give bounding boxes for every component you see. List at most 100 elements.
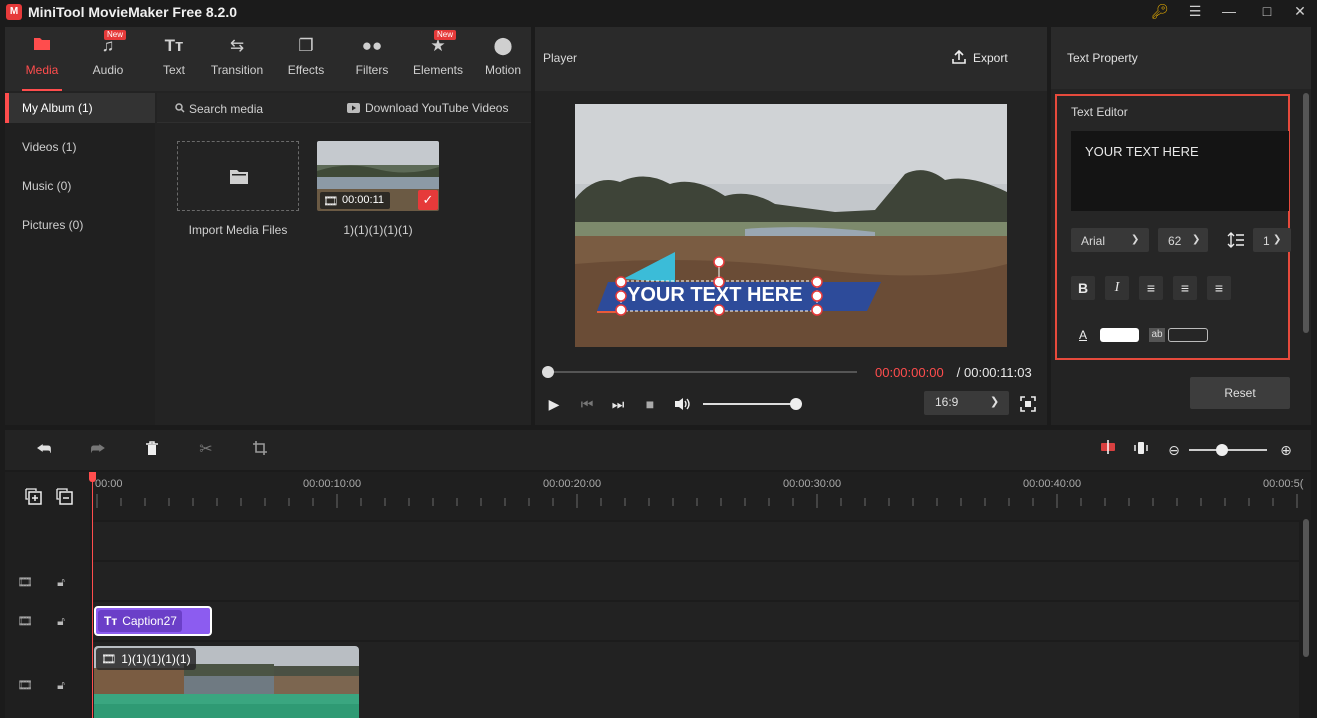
bold-button[interactable]: B bbox=[1071, 276, 1095, 300]
italic-button[interactable]: I bbox=[1105, 276, 1129, 300]
align-center-button[interactable]: ≡ bbox=[1173, 276, 1197, 300]
redo-icon[interactable]: ⮫ bbox=[87, 440, 109, 460]
video-preview[interactable]: YOUR TEXT HERE bbox=[575, 104, 1007, 347]
stop-icon[interactable]: ■ bbox=[640, 396, 660, 414]
playhead[interactable] bbox=[92, 472, 93, 718]
reset-button[interactable]: Reset bbox=[1190, 377, 1290, 409]
sidebar-item-my-album[interactable]: My Album (1) bbox=[5, 93, 155, 123]
main-toolbar: Media New ♫ Audio Tᴛ Text ⇆ Transition ❐… bbox=[5, 27, 531, 91]
total-time: 00:00:11:03 bbox=[964, 365, 1032, 380]
track-film-icon: 🎞︎ bbox=[17, 575, 33, 589]
zoom-slider[interactable] bbox=[1189, 449, 1267, 451]
minimize-icon[interactable]: — bbox=[1212, 0, 1246, 24]
zoom-in-icon[interactable]: ⊕ bbox=[1275, 440, 1297, 460]
key-icon[interactable]: 🔑︎ bbox=[1143, 0, 1177, 24]
lock-icon[interactable]: 🔓︎ bbox=[53, 614, 69, 630]
split-icon[interactable]: ✂ bbox=[195, 440, 217, 460]
background-color-swatch[interactable] bbox=[1168, 328, 1208, 342]
media-library: Search media Download YouTube Videos Imp… bbox=[157, 93, 531, 425]
volume-slider[interactable] bbox=[703, 403, 797, 405]
zoom-handle[interactable] bbox=[1216, 444, 1228, 456]
timeline-track-empty[interactable] bbox=[93, 522, 1299, 560]
delete-icon[interactable] bbox=[141, 440, 163, 460]
crop-icon[interactable] bbox=[249, 440, 271, 460]
sidebar-item-videos[interactable]: Videos (1) bbox=[5, 132, 155, 162]
menu-icon[interactable]: ☰ bbox=[1178, 0, 1212, 24]
property-scrollbar[interactable] bbox=[1303, 93, 1309, 333]
media-clip-thumbnail[interactable]: 🎞︎ 00:00:11 ✓ bbox=[317, 141, 439, 211]
tab-audio[interactable]: New ♫ Audio bbox=[76, 30, 140, 85]
sidebar-item-music[interactable]: Music (0) bbox=[5, 171, 155, 201]
zoom-out-icon[interactable]: ⊖ bbox=[1163, 440, 1185, 460]
folder-icon bbox=[10, 35, 74, 57]
time-ruler[interactable]: 00:00 00:00:10:00 00:00:20:00 00:00:30:0… bbox=[93, 472, 1311, 520]
caption-clip[interactable]: Tᴛ Caption27 bbox=[94, 606, 212, 636]
fit-timeline-icon[interactable] bbox=[1130, 440, 1152, 460]
time-separator: / bbox=[953, 365, 964, 380]
text-icon: Tᴛ bbox=[164, 36, 184, 55]
new-badge: New bbox=[103, 30, 126, 40]
tab-text[interactable]: Tᴛ Text bbox=[142, 35, 206, 85]
chevron-down-icon: ❯ bbox=[1192, 234, 1201, 245]
timeline-track[interactable] bbox=[93, 562, 1299, 600]
video-clip-label: 🎞︎ 1)(1)(1)(1)(1) bbox=[96, 648, 196, 670]
maximize-icon[interactable]: □ bbox=[1250, 0, 1284, 24]
tab-motion[interactable]: ⬤ Motion bbox=[471, 35, 535, 85]
tab-effects[interactable]: ❐ Effects bbox=[274, 35, 338, 85]
export-button[interactable]: Export bbox=[951, 49, 1008, 65]
text-icon: Tᴛ bbox=[104, 614, 118, 628]
player-title: Player bbox=[543, 51, 578, 65]
folder-icon bbox=[229, 167, 249, 185]
import-media-button[interactable] bbox=[177, 141, 299, 211]
media-panel: Media New ♫ Audio Tᴛ Text ⇆ Transition ❐… bbox=[5, 27, 531, 425]
volume-handle[interactable] bbox=[790, 398, 802, 410]
lock-icon[interactable]: 🔓︎ bbox=[53, 678, 69, 694]
add-track-icon[interactable] bbox=[25, 488, 43, 506]
youtube-icon bbox=[347, 102, 361, 114]
timeline-track-text[interactable] bbox=[93, 602, 1299, 640]
close-icon[interactable]: ✕ bbox=[1283, 0, 1317, 24]
playhead-handle[interactable] bbox=[89, 472, 96, 482]
aspect-ratio-select[interactable]: 16:9 ❯ bbox=[924, 391, 1009, 415]
tab-transition[interactable]: ⇆ Transition bbox=[205, 35, 269, 85]
ruler-label: 00:00 bbox=[95, 478, 123, 490]
film-icon: 🎞︎ bbox=[323, 194, 339, 208]
text-color-swatch[interactable] bbox=[1100, 328, 1139, 342]
align-right-button[interactable]: ≡ bbox=[1207, 276, 1231, 300]
remove-track-icon[interactable] bbox=[56, 488, 74, 506]
previous-frame-icon[interactable]: ⏮︎ bbox=[577, 396, 597, 414]
tab-media[interactable]: Media bbox=[10, 35, 74, 91]
text-color-icon: A bbox=[1079, 328, 1088, 342]
sidebar-item-pictures[interactable]: Pictures (0) bbox=[5, 210, 155, 240]
font-select[interactable]: Arial ❯ bbox=[1071, 228, 1149, 252]
undo-icon[interactable]: ⮪ bbox=[33, 440, 55, 460]
current-time: 00:00:00:00 bbox=[875, 365, 944, 380]
tab-filters[interactable]: ●● Filters bbox=[340, 35, 404, 85]
player-header: Player Export bbox=[535, 27, 1047, 91]
snap-icon[interactable] bbox=[1097, 440, 1119, 460]
background-color-icon: ab bbox=[1149, 328, 1165, 342]
search-icon bbox=[175, 102, 185, 113]
tab-elements[interactable]: New ★ Elements bbox=[406, 30, 470, 85]
play-icon[interactable]: ▶ bbox=[544, 396, 564, 414]
media-sidebar: My Album (1) Videos (1) Music (0) Pictur… bbox=[5, 93, 155, 425]
search-bar[interactable]: Search media Download YouTube Videos bbox=[157, 93, 531, 123]
player-panel: Player Export YOUR TEXT HERE 00:00:00:00… bbox=[535, 27, 1047, 425]
timeline-scrollbar[interactable] bbox=[1303, 519, 1309, 657]
clip-duration-badge: 🎞︎ 00:00:11 bbox=[320, 192, 390, 209]
line-spacing-select[interactable]: 1 ❯ bbox=[1253, 228, 1291, 252]
seek-handle[interactable] bbox=[542, 366, 554, 378]
lock-icon[interactable]: 🔓︎ bbox=[53, 575, 69, 591]
volume-icon[interactable] bbox=[672, 396, 692, 414]
video-clip[interactable]: 🎞︎ 1)(1)(1)(1)(1) bbox=[94, 646, 359, 718]
chevron-down-icon: ❯ bbox=[1273, 234, 1282, 245]
font-size-select[interactable]: 62 ❯ bbox=[1158, 228, 1208, 252]
align-left-button[interactable]: ≡ bbox=[1139, 276, 1163, 300]
text-editor-input[interactable]: YOUR TEXT HERE bbox=[1071, 131, 1289, 211]
next-frame-icon[interactable]: ⏭︎ bbox=[608, 396, 628, 414]
video-text-overlay[interactable]: YOUR TEXT HERE bbox=[627, 284, 803, 307]
search-input[interactable]: Search media bbox=[189, 102, 263, 116]
download-youtube-link[interactable]: Download YouTube Videos bbox=[365, 101, 508, 115]
fullscreen-icon[interactable] bbox=[1019, 395, 1037, 413]
seek-bar[interactable] bbox=[543, 371, 857, 373]
